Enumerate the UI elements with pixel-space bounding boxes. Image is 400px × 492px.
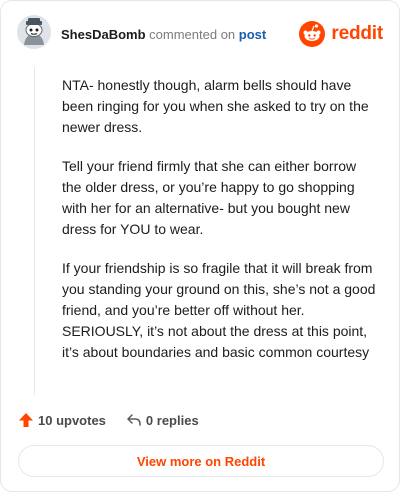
upvote-arrow-icon	[19, 413, 33, 427]
comment-header: ShesDaBomb commented on post reddit	[17, 15, 383, 51]
view-more-button[interactable]: View more on Reddit	[18, 445, 384, 477]
comment-byline: ShesDaBomb commented on post	[61, 27, 266, 43]
reply-arrow-icon	[127, 414, 141, 426]
post-link[interactable]: post	[239, 27, 266, 42]
byline-action-text: commented on	[149, 27, 236, 42]
reddit-logo-icon	[299, 21, 326, 47]
reddit-wordmark: reddit	[331, 23, 383, 44]
comment-paragraph: Tell your friend firmly that she can eit…	[62, 158, 357, 237]
username-link[interactable]: ShesDaBomb	[61, 27, 146, 42]
replies-label: 0 replies	[145, 412, 199, 428]
comment-body: NTA- honestly though, alarm bells should…	[62, 75, 378, 381]
thread-line	[34, 67, 35, 395]
user-avatar[interactable]	[17, 15, 51, 49]
embedded-comment-card: ShesDaBomb commented on post reddit NTA-…	[0, 0, 400, 492]
comment-footer: 10 upvotes 0 replies	[18, 409, 199, 431]
comment-paragraph: NTA- honestly though, alarm bells should…	[62, 77, 369, 135]
reddit-brand-link[interactable]: reddit	[299, 21, 383, 47]
upvotes-stat[interactable]: 10 upvotes	[18, 412, 106, 428]
upvotes-label: 10 upvotes	[38, 412, 106, 428]
replies-stat[interactable]: 0 replies	[126, 412, 199, 428]
snoo-avatar-icon	[17, 15, 51, 49]
comment-paragraph: If your friendship is so fragile that it…	[62, 260, 376, 360]
